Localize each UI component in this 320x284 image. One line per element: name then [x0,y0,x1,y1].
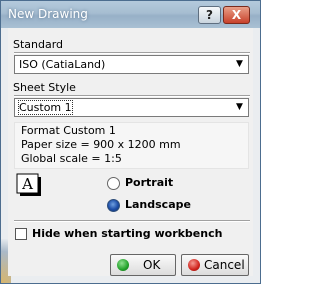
format-info-box: Format Custom 1 Paper size = 900 x 1200 … [14,122,249,169]
title-bar[interactable]: New Drawing ? X [1,1,260,28]
portrait-radio[interactable] [107,177,120,190]
help-icon: ? [206,8,213,22]
new-drawing-dialog: New Drawing ? X Standard ISO (CatiaLand)… [0,0,261,284]
chevron-down-icon[interactable]: ▼ [232,100,247,115]
help-button[interactable]: ? [198,6,221,24]
sheet-style-separator [14,95,250,97]
svg-text:A: A [21,175,33,193]
ok-button[interactable]: OK [110,254,176,276]
sheet-style-dropdown[interactable]: Custom 1 ▼ [14,98,249,117]
ok-icon [117,259,129,271]
hide-when-starting-checkbox[interactable] [15,228,27,240]
standard-dropdown[interactable]: ISO (CatiaLand) ▼ [14,55,249,74]
standard-value: ISO (CatiaLand) [19,58,106,71]
dialog-body: Standard ISO (CatiaLand) ▼ Sheet Style C… [8,28,253,276]
close-button[interactable]: X [223,6,250,24]
orientation-preview-icon: A [16,173,41,196]
standard-label: Standard [13,38,64,51]
cancel-label: Cancel [204,258,245,272]
paper-size: Paper size = 900 x 1200 mm [21,138,181,151]
landscape-label[interactable]: Landscape [125,198,191,211]
standard-separator [14,52,250,54]
hide-when-starting-label[interactable]: Hide when starting workbench [32,227,222,240]
options-separator [14,220,250,222]
cancel-button[interactable]: Cancel [181,254,249,276]
global-scale: Global scale = 1:5 [21,152,122,165]
sheet-style-value: Custom 1 [18,100,73,115]
sheet-style-label: Sheet Style [13,81,76,94]
portrait-label[interactable]: Portrait [125,176,173,189]
close-icon: X [231,8,242,22]
ok-label: OK [143,258,161,272]
chevron-down-icon[interactable]: ▼ [232,57,247,72]
dialog-title: New Drawing [8,7,88,21]
landscape-radio[interactable] [107,199,120,212]
cancel-icon [188,259,200,271]
format-name: Format Custom 1 [21,124,116,137]
